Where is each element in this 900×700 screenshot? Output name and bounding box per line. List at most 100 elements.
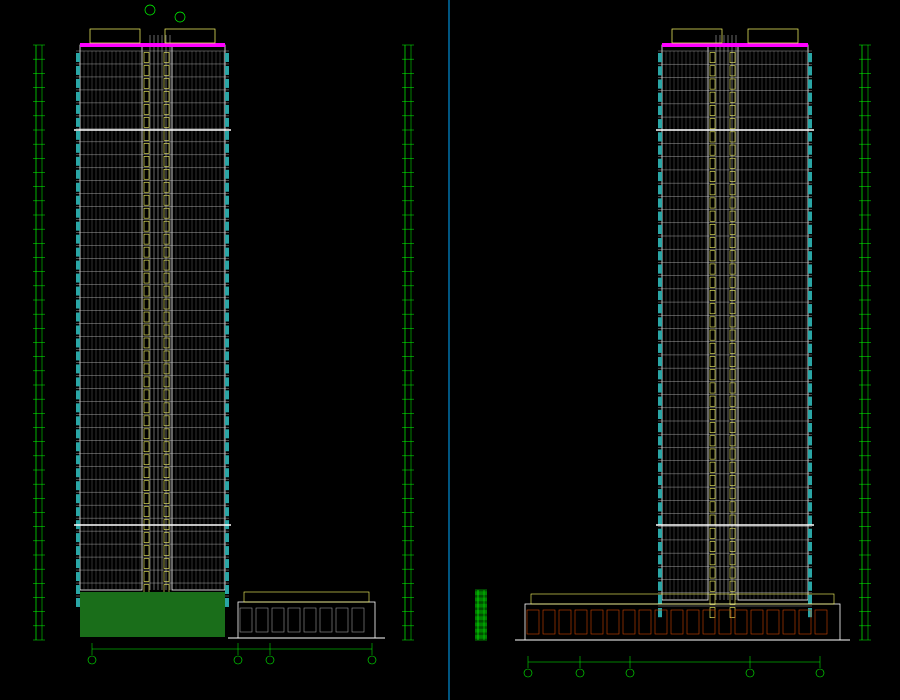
balcony-frame — [143, 259, 150, 271]
grid-bubble — [233, 655, 243, 665]
edge-window — [76, 286, 80, 296]
edge-window — [658, 370, 662, 380]
edge-window — [808, 568, 812, 578]
balcony-frame — [143, 207, 150, 219]
edge-window — [76, 260, 80, 270]
edge-window — [76, 312, 80, 322]
tower-block-outline — [79, 44, 143, 591]
elevation-right — [475, 28, 871, 678]
balcony-frame — [163, 104, 170, 115]
podium-bay — [622, 609, 636, 635]
edge-window — [225, 299, 229, 309]
edge-window — [225, 598, 229, 607]
balcony-frame — [143, 104, 150, 115]
edge-window — [658, 66, 662, 76]
balcony-frame — [729, 250, 736, 262]
edge-window — [76, 195, 80, 205]
edge-window — [658, 290, 662, 301]
balcony-frame — [709, 237, 716, 249]
edge-window — [658, 528, 662, 538]
edge-window — [225, 585, 229, 594]
edge-window — [808, 277, 812, 287]
balcony-frame — [709, 52, 716, 64]
edge-window — [658, 343, 662, 353]
balcony-frame — [143, 246, 150, 258]
edge-window — [76, 533, 80, 543]
balcony-frame — [729, 171, 736, 182]
balcony-frame — [143, 117, 150, 128]
podium-bay — [287, 607, 301, 633]
edge-window — [658, 92, 662, 102]
edge-window — [808, 66, 812, 76]
balcony-frame — [729, 197, 736, 209]
edge-window — [76, 169, 80, 179]
balcony-frame — [709, 461, 716, 473]
edge-window — [225, 247, 229, 257]
edge-window — [808, 475, 812, 486]
balcony-frame — [163, 558, 170, 569]
podium-bay — [606, 609, 620, 635]
roof-band — [662, 43, 808, 47]
balcony-frame — [163, 130, 170, 141]
edge-window — [225, 468, 229, 478]
balcony-frame — [163, 545, 170, 556]
balcony-frame — [163, 571, 170, 582]
edge-window — [808, 264, 812, 274]
edge-window — [658, 436, 662, 446]
balcony-frame — [729, 342, 736, 354]
edge-window — [76, 429, 80, 439]
balcony-frame — [143, 415, 150, 427]
edge-window — [76, 481, 80, 491]
edge-window — [76, 416, 80, 426]
balcony-frame — [729, 514, 736, 526]
edge-window — [808, 224, 812, 234]
balcony-frame — [163, 117, 170, 128]
edge-window — [658, 238, 662, 248]
edge-window — [808, 343, 812, 353]
balcony-frame — [729, 118, 736, 130]
edge-window — [658, 185, 662, 195]
edge-window — [76, 390, 80, 400]
grid-bubble — [815, 668, 825, 678]
balcony-frame — [709, 422, 716, 434]
balcony-frame — [163, 156, 170, 167]
balcony-frame — [143, 428, 150, 440]
edge-window — [658, 449, 662, 459]
balcony-frame — [143, 480, 150, 491]
edge-window — [76, 325, 80, 335]
balcony-frame — [729, 78, 736, 90]
balcony-frame — [729, 422, 736, 434]
edge-window — [225, 260, 229, 270]
balcony-frame — [143, 181, 150, 193]
podium-bay — [526, 609, 540, 635]
balcony-frame — [709, 501, 716, 513]
balcony-frame — [143, 350, 150, 362]
balcony-frame — [709, 184, 716, 196]
balcony-frame — [729, 316, 736, 328]
balcony-frame — [143, 156, 150, 167]
podium-bay — [351, 607, 365, 633]
balcony-frame — [163, 65, 170, 76]
edge-window — [658, 145, 662, 155]
podium-bay — [766, 609, 780, 635]
balcony-frame — [163, 285, 170, 297]
balcony-frame — [709, 514, 716, 526]
edge-window — [658, 132, 662, 142]
balcony-frame — [729, 382, 736, 394]
edge-window — [808, 462, 812, 472]
cad-viewport — [0, 0, 900, 700]
edge-window — [658, 251, 662, 261]
balcony-frame — [143, 337, 150, 349]
balcony-frame — [163, 52, 170, 63]
balcony-frame — [163, 532, 170, 543]
edge-window — [808, 198, 812, 208]
edge-window — [225, 169, 229, 179]
balcony-frame — [729, 395, 736, 407]
balcony-frame — [729, 290, 736, 301]
balcony-frame — [709, 210, 716, 222]
balcony-frame — [709, 157, 716, 169]
edge-window — [225, 572, 229, 582]
edge-window — [225, 442, 229, 452]
balcony-frame — [729, 157, 736, 169]
edge-window — [225, 78, 229, 88]
